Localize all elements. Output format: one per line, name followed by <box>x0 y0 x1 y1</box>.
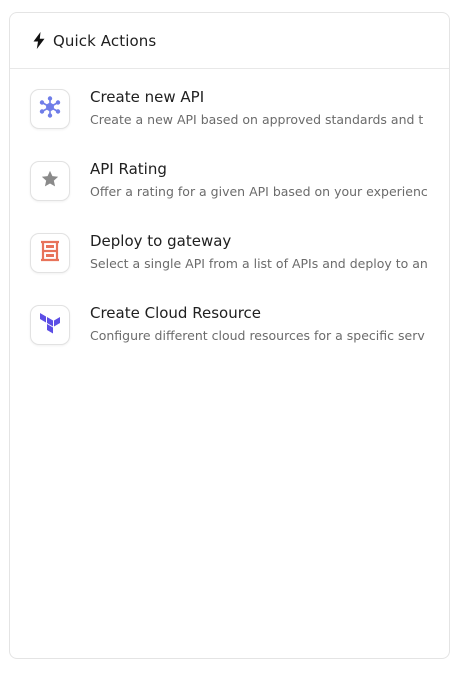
action-title: API Rating <box>90 160 167 178</box>
action-icon-box <box>30 305 70 345</box>
action-description: Create a new API based on approved stand… <box>90 112 424 127</box>
card-title: Quick Actions <box>53 31 157 50</box>
action-description: Configure different cloud resources for … <box>90 328 425 343</box>
action-icon-box <box>30 161 70 201</box>
actions-list: Create new API Create a new API based on… <box>10 69 449 371</box>
action-title: Deploy to gateway <box>90 232 232 250</box>
action-title: Create Cloud Resource <box>90 304 262 322</box>
star-icon <box>40 169 60 193</box>
action-create-new-api[interactable]: Create new API Create a new API based on… <box>10 83 449 155</box>
action-create-cloud-resource[interactable]: Create Cloud Resource Configure differen… <box>10 299 449 371</box>
action-description: Select a single API from a list of APIs … <box>90 256 428 271</box>
action-text: Deploy to gateway Select a single API fr… <box>90 232 435 272</box>
quick-actions-card: Quick Actions Create new API Create a ne… <box>9 12 450 659</box>
lightning-bolt-icon <box>32 32 46 50</box>
action-icon-box <box>30 89 70 129</box>
action-text: API Rating Offer a rating for a given AP… <box>90 160 435 200</box>
action-description: Offer a rating for a given API based on … <box>90 184 428 199</box>
gateway-icon <box>40 240 60 266</box>
action-api-rating[interactable]: API Rating Offer a rating for a given AP… <box>10 155 449 227</box>
terraform-icon <box>39 312 61 338</box>
hub-network-icon <box>38 95 62 123</box>
action-icon-box <box>30 233 70 273</box>
action-deploy-to-gateway[interactable]: Deploy to gateway Select a single API fr… <box>10 227 449 299</box>
action-text: Create new API Create a new API based on… <box>90 88 435 128</box>
card-header: Quick Actions <box>10 13 449 69</box>
action-text: Create Cloud Resource Configure differen… <box>90 304 435 344</box>
action-title: Create new API <box>90 88 205 106</box>
